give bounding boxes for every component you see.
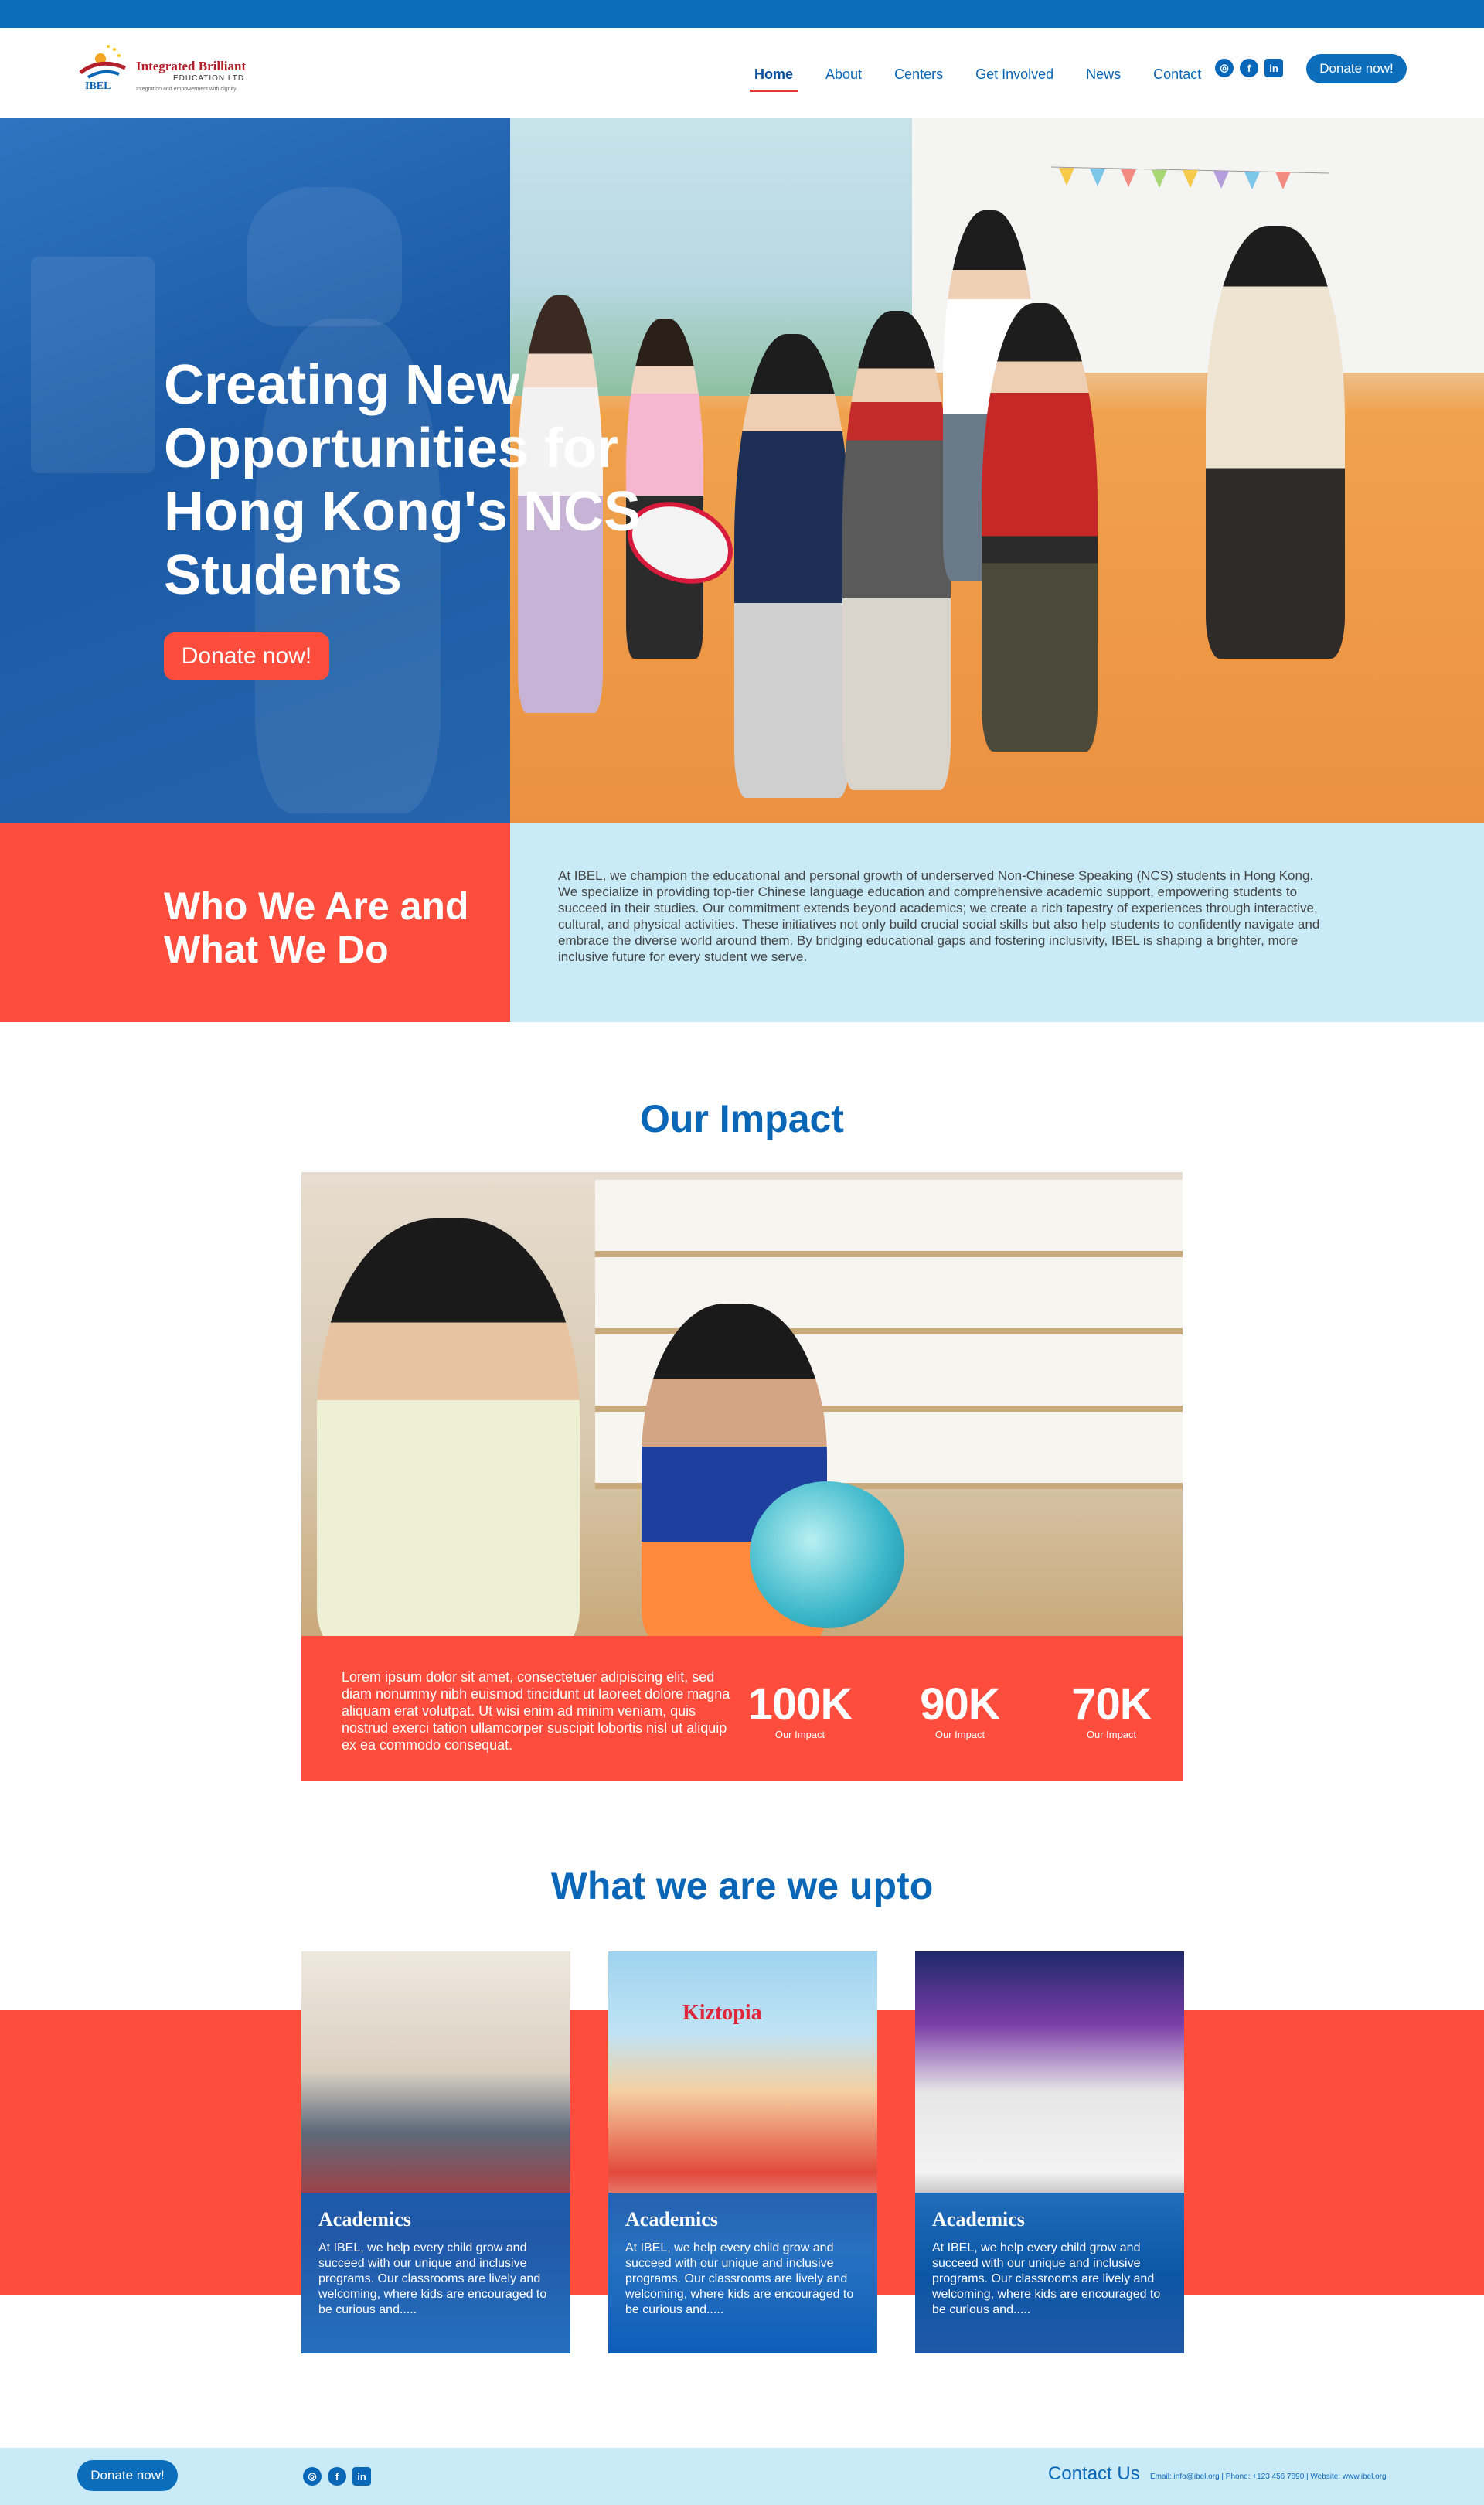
upto-title: What we are we upto bbox=[550, 1864, 934, 1907]
facebook-icon[interactable]: f bbox=[328, 2467, 346, 2486]
logo-abbr: IBEL bbox=[85, 80, 111, 92]
who-text-panel: At IBEL, we champion the educational and… bbox=[510, 823, 1484, 1022]
stat-label: Our Impact bbox=[1086, 1729, 1137, 1740]
hero-child-figure bbox=[1206, 226, 1345, 659]
who-we-are-section: Who We Are and What We Do At IBEL, we ch… bbox=[0, 823, 1484, 1022]
logo-title: Integrated Brilliant bbox=[136, 59, 247, 73]
card-overlay: Academics At IBEL, we help every child g… bbox=[608, 2193, 877, 2353]
logo-tagline: Integration and empowerment with dignity bbox=[136, 87, 237, 92]
who-title-panel: Who We Are and What We Do bbox=[0, 823, 510, 1022]
footer-social: ◎ f in bbox=[303, 2467, 377, 2486]
stat-value: 70K bbox=[1071, 1679, 1152, 1730]
contact-title: Contact Us bbox=[1048, 2463, 1140, 2484]
card-overlay: Academics At IBEL, we help every child g… bbox=[915, 2193, 1184, 2353]
impact-stat: 100K Our Impact bbox=[746, 1679, 854, 1741]
stat-label: Our Impact bbox=[934, 1729, 985, 1740]
nav-get-involved[interactable]: Get Involved bbox=[971, 62, 1058, 87]
activity-card[interactable]: Kiztopia Academics At IBEL, we help ever… bbox=[608, 1951, 877, 2353]
card-body: At IBEL, we help every child grow and su… bbox=[625, 2241, 854, 2316]
header-social: ◎ f in bbox=[1215, 59, 1289, 77]
impact-stats-bar: Lorem ipsum dolor sit amet, consectetuer… bbox=[301, 1636, 1183, 1781]
stat-label: Our Impact bbox=[774, 1729, 825, 1740]
card-heading: Academics bbox=[932, 2208, 1025, 2231]
impact-child-figure bbox=[317, 1218, 580, 1636]
activity-card[interactable]: Academics At IBEL, we help every child g… bbox=[915, 1951, 1184, 2353]
impact-description: Lorem ipsum dolor sit amet, consectetuer… bbox=[342, 1669, 730, 1753]
linkedin-icon[interactable]: in bbox=[352, 2467, 371, 2486]
card-body: At IBEL, we help every child grow and su… bbox=[932, 2241, 1161, 2316]
activity-card[interactable]: Academics At IBEL, we help every child g… bbox=[301, 1951, 570, 2353]
logo-emblem-icon bbox=[79, 45, 127, 79]
card-heading: Academics bbox=[318, 2208, 411, 2231]
contact-details: Email: info@ibel.org | Phone: +123 456 7… bbox=[1150, 2473, 1387, 2481]
facebook-icon[interactable]: f bbox=[1240, 59, 1258, 77]
hero-bunting-icon bbox=[1051, 166, 1329, 189]
logo-subtitle: EDUCATION LTD bbox=[173, 74, 245, 83]
nav-home[interactable]: Home bbox=[750, 62, 798, 92]
hero-child-figure bbox=[734, 334, 850, 798]
hero-photo bbox=[510, 118, 1484, 823]
slime-bubble-icon bbox=[750, 1481, 904, 1628]
stat-value: 100K bbox=[747, 1679, 853, 1730]
hero-title: Creating New Opportunities for Hong Kong… bbox=[164, 354, 642, 606]
hero-child-figure bbox=[982, 303, 1098, 752]
impact-title: Our Impact bbox=[640, 1097, 844, 1140]
nav-centers[interactable]: Centers bbox=[890, 62, 948, 87]
nav-about[interactable]: About bbox=[821, 62, 866, 87]
footer-donate-button[interactable]: Donate now! bbox=[77, 2460, 178, 2491]
nav-contact[interactable]: Contact bbox=[1149, 62, 1206, 87]
instagram-icon[interactable]: ◎ bbox=[303, 2467, 322, 2486]
site-logo[interactable]: Integrated Brilliant EDUCATION LTD IBEL … bbox=[74, 42, 260, 104]
stat-value: 90K bbox=[920, 1679, 1000, 1730]
hero-section: Creating New Opportunities for Hong Kong… bbox=[0, 118, 1484, 823]
hero-donate-button[interactable]: Donate now! bbox=[164, 632, 329, 680]
instagram-icon[interactable]: ◎ bbox=[1215, 59, 1234, 77]
header-donate-button[interactable]: Donate now! bbox=[1306, 54, 1407, 84]
impact-stat: 70K Our Impact bbox=[1057, 1679, 1166, 1741]
site-header: Integrated Brilliant EDUCATION LTD IBEL … bbox=[0, 28, 1484, 118]
linkedin-icon[interactable]: in bbox=[1264, 59, 1283, 77]
impact-photo bbox=[301, 1172, 1183, 1636]
who-description: At IBEL, we champion the educational and… bbox=[558, 868, 1320, 964]
nav-news[interactable]: News bbox=[1081, 62, 1125, 87]
card-body: At IBEL, we help every child grow and su… bbox=[318, 2241, 547, 2316]
hero-child-figure bbox=[842, 311, 951, 790]
main-nav: Home About Centers Get Involved News Con… bbox=[750, 59, 1229, 92]
card-sign-kiztopia: Kiztopia bbox=[682, 2001, 762, 2025]
card-heading: Academics bbox=[625, 2208, 718, 2231]
top-accent-bar bbox=[0, 0, 1484, 28]
who-title: Who We Are and What We Do bbox=[164, 884, 469, 971]
card-overlay: Academics At IBEL, we help every child g… bbox=[301, 2193, 570, 2353]
impact-stat: 90K Our Impact bbox=[906, 1679, 1014, 1741]
site-footer: Donate now! ◎ f in Contact Us Email: inf… bbox=[0, 2448, 1484, 2505]
page: Integrated Brilliant EDUCATION LTD IBEL … bbox=[0, 0, 1484, 2505]
